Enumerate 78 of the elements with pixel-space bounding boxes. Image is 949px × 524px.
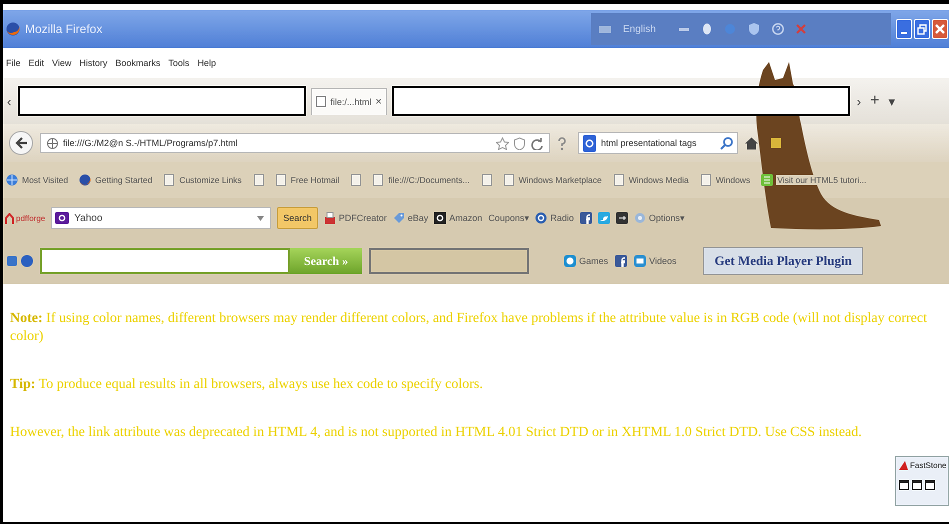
window-icon[interactable] bbox=[912, 480, 922, 490]
page-icon bbox=[316, 96, 326, 107]
facebook-icon[interactable] bbox=[580, 212, 592, 224]
window-title: Mozilla Firefox bbox=[25, 22, 102, 36]
menu-item[interactable]: History bbox=[79, 58, 108, 68]
tab-list-button[interactable]: ▾ bbox=[886, 94, 898, 108]
page-icon bbox=[163, 174, 176, 186]
close-button[interactable] bbox=[932, 19, 948, 39]
page-icon bbox=[612, 174, 625, 186]
shield-icon[interactable] bbox=[514, 136, 525, 150]
browser-tab[interactable]: file:/...html × bbox=[311, 88, 387, 114]
video-icon bbox=[634, 255, 646, 267]
language-label[interactable]: English bbox=[623, 24, 656, 34]
toolbar-button[interactable]: Videos bbox=[634, 255, 676, 267]
printer-icon bbox=[324, 212, 336, 224]
reload-icon[interactable] bbox=[530, 136, 543, 150]
page-icon[interactable] bbox=[252, 174, 265, 186]
back-arrow-icon[interactable] bbox=[14, 137, 28, 149]
window-icon[interactable] bbox=[899, 480, 909, 490]
page-icon[interactable] bbox=[480, 174, 493, 186]
paragraph: However, the link attribute was deprecated in HTML 4, and is not supported in HTML 4.01 Strict DTD or in XHTML 1.0 Strict DTD. Use CSS instead. bbox=[10, 424, 863, 442]
page-icon bbox=[274, 174, 287, 186]
menu-item[interactable]: File bbox=[6, 58, 21, 68]
search-engine-field[interactable]: Yahoo bbox=[51, 207, 272, 229]
menu-item[interactable]: Tools bbox=[168, 58, 190, 68]
firefox-icon bbox=[79, 174, 92, 186]
tab-close-button[interactable]: × bbox=[375, 96, 382, 108]
globe-icon bbox=[6, 174, 18, 186]
widget-title: FastStone bbox=[910, 461, 946, 470]
menu-item[interactable]: View bbox=[52, 58, 72, 68]
toolbar-button[interactable]: eBay bbox=[392, 212, 428, 224]
mouse-icon[interactable] bbox=[702, 23, 712, 35]
back-button[interactable] bbox=[9, 131, 33, 155]
tag-icon bbox=[392, 212, 405, 224]
restore-icon[interactable] bbox=[917, 24, 927, 34]
page-icon bbox=[502, 174, 515, 186]
plugin-button[interactable]: Get Media Player Plugin bbox=[703, 247, 863, 275]
pdfforge-logo[interactable]: pdfforge bbox=[5, 212, 46, 224]
search-field[interactable]: html presentational tags bbox=[578, 132, 738, 154]
toolbar-button[interactable]: Games bbox=[564, 255, 608, 267]
toolbar-link[interactable]: Coupons▾ bbox=[488, 213, 530, 223]
search-icon[interactable] bbox=[720, 136, 733, 150]
new-tab-button[interactable]: + bbox=[868, 92, 882, 110]
help-icon[interactable] bbox=[557, 136, 567, 150]
text-field[interactable] bbox=[369, 248, 530, 274]
paragraph: Tip: To produce equal results in all browsers, always use hex code to specify colors. bbox=[10, 376, 484, 394]
window-icon[interactable] bbox=[925, 480, 935, 490]
caret-icon[interactable] bbox=[257, 216, 264, 220]
logo-icon bbox=[899, 461, 908, 470]
scroll-right-button[interactable]: › bbox=[854, 94, 864, 108]
menu-item[interactable]: Bookmarks bbox=[115, 58, 160, 68]
star-icon[interactable] bbox=[496, 136, 509, 150]
restore-button[interactable] bbox=[914, 19, 930, 39]
menu-item[interactable]: Edit bbox=[28, 58, 44, 68]
toolbar-button[interactable]: PDFCreator bbox=[324, 212, 387, 224]
keyboard-icon bbox=[599, 24, 611, 34]
home-icon[interactable] bbox=[745, 136, 758, 150]
address-bar[interactable]: file:///G:/M2@n S.-/HTML/Programs/p7.html bbox=[40, 133, 550, 153]
help-icon[interactable] bbox=[772, 23, 784, 35]
page-icon[interactable] bbox=[350, 174, 362, 186]
facebook-icon[interactable] bbox=[615, 255, 628, 267]
toolbar-button[interactable]: Amazon bbox=[434, 212, 482, 224]
scroll-left-button[interactable]: ‹ bbox=[5, 94, 14, 108]
paragraph: Note: If using color names, different browsers may render different colors, and Firefox have problems if the attribute value is in RGB code (will not display correct color) bbox=[10, 310, 928, 346]
minimize-button[interactable] bbox=[896, 19, 912, 39]
menu-item[interactable]: Help bbox=[197, 58, 216, 68]
search-field[interactable] bbox=[40, 248, 290, 274]
page-icon bbox=[372, 174, 384, 186]
page-icon bbox=[700, 174, 712, 186]
bird-icon[interactable] bbox=[598, 212, 610, 224]
house-icon bbox=[5, 212, 14, 224]
gear-icon bbox=[634, 212, 646, 224]
toolbar-button[interactable]: Radio bbox=[535, 212, 574, 224]
firefox-icon bbox=[6, 22, 20, 36]
shield-icon[interactable] bbox=[748, 23, 760, 35]
toolbar-button[interactable]: Options▾ bbox=[634, 212, 685, 224]
search-button[interactable]: Search bbox=[277, 207, 318, 229]
globe-icon bbox=[47, 138, 58, 148]
